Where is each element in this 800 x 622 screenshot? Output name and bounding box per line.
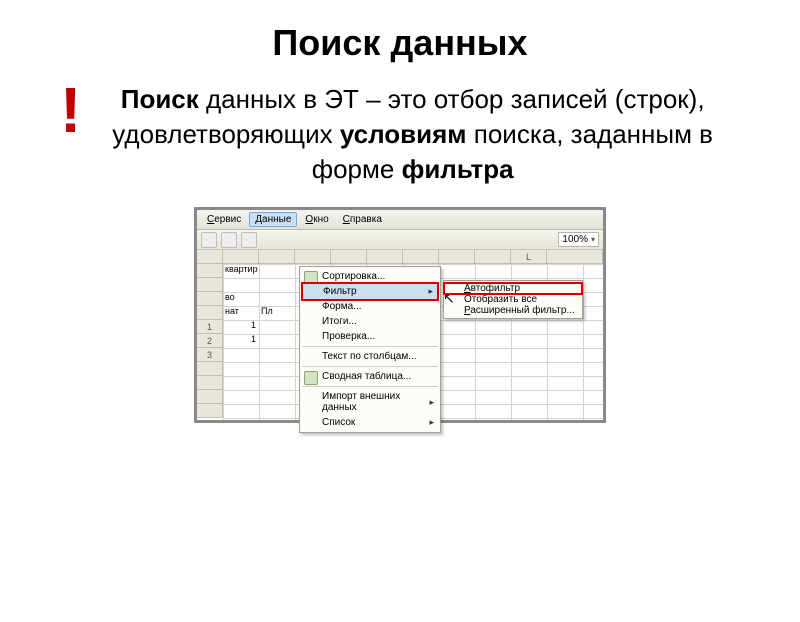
menu-service[interactable]: Сервисdocument.currentScript.previousEle… [201,212,247,227]
chevron-down-icon: ▾ [591,235,595,244]
menu-item-validate[interactable]: Проверка... [300,329,440,344]
col-L: L [511,250,547,263]
menu-window[interactable]: Окно [299,212,334,227]
cell-b6: 1 [249,334,256,344]
slide-title: Поиск данных [0,22,800,64]
menu-separator [302,386,438,387]
menu-item-totals[interactable]: Итоги... [300,314,440,329]
menu-item-text-to-columns[interactable]: Текст по столбцам... [300,349,440,364]
menubar: Сервисdocument.currentScript.previousEle… [197,210,603,230]
excel-screenshot: Сервисdocument.currentScript.previousEle… [194,207,606,423]
submenu-arrow-icon: ▸ [429,417,434,428]
toolbar: 100% ▾ [197,230,603,250]
para-word-search: Поиск [121,84,199,114]
submenu-item-autofilter[interactable]: Автофильтр [444,283,582,294]
zoom-combo[interactable]: 100% ▾ [558,232,599,247]
submenu-arrow-icon: ▸ [428,286,433,297]
worksheet: L 1 2 3 квартир во нат Пл 1 1 Сортировка… [197,250,603,420]
definition-paragraph: Поиск данных в ЭТ – это отбор записей (с… [85,82,740,187]
cell-a3: во [223,292,235,302]
toolbar-button[interactable] [241,232,257,248]
zoom-value: 100% [562,234,588,245]
menu-item-list[interactable]: Список ▸ [300,415,440,430]
menu-item-form[interactable]: Форма... [300,299,440,314]
toolbar-button[interactable] [201,232,217,248]
filter-submenu: Автофильтр Отобразить все Расширенный фи… [443,280,583,319]
pivot-icon [304,371,318,385]
menu-help[interactable]: Справка [337,212,388,227]
submenu-item-advanced[interactable]: Расширенный фильтр... [444,305,582,316]
cell-b4: Пл [259,306,273,316]
row-headers: 1 2 3 [197,264,223,418]
cell-a4: нат [223,306,239,316]
para-word-conditions: условиям [340,119,467,149]
exclamation-mark: ! [60,78,81,142]
menu-separator [302,366,438,367]
toolbar-button[interactable] [221,232,237,248]
menu-item-sort[interactable]: Сортировка... [300,269,440,284]
submenu-arrow-icon: ▸ [429,397,434,408]
para-word-filter: фильтра [402,154,514,184]
menu-item-filter[interactable]: Фильтр ▸ [302,283,438,300]
definition-row: ! Поиск данных в ЭТ – это отбор записей … [0,82,800,187]
menu-item-pivot[interactable]: Сводная таблица... [300,369,440,384]
cell-a1: квартир [223,264,258,274]
menu-item-external[interactable]: Импорт внешних данных ▸ [300,389,440,415]
data-menu-dropdown: Сортировка... Фильтр ▸ Форма... Итоги...… [299,266,441,433]
menu-data[interactable]: Данные [249,212,297,227]
column-headers: L [197,250,603,264]
menu-separator [302,346,438,347]
submenu-item-showall: Отобразить все [444,294,582,305]
cell-b5: 1 [249,320,256,330]
